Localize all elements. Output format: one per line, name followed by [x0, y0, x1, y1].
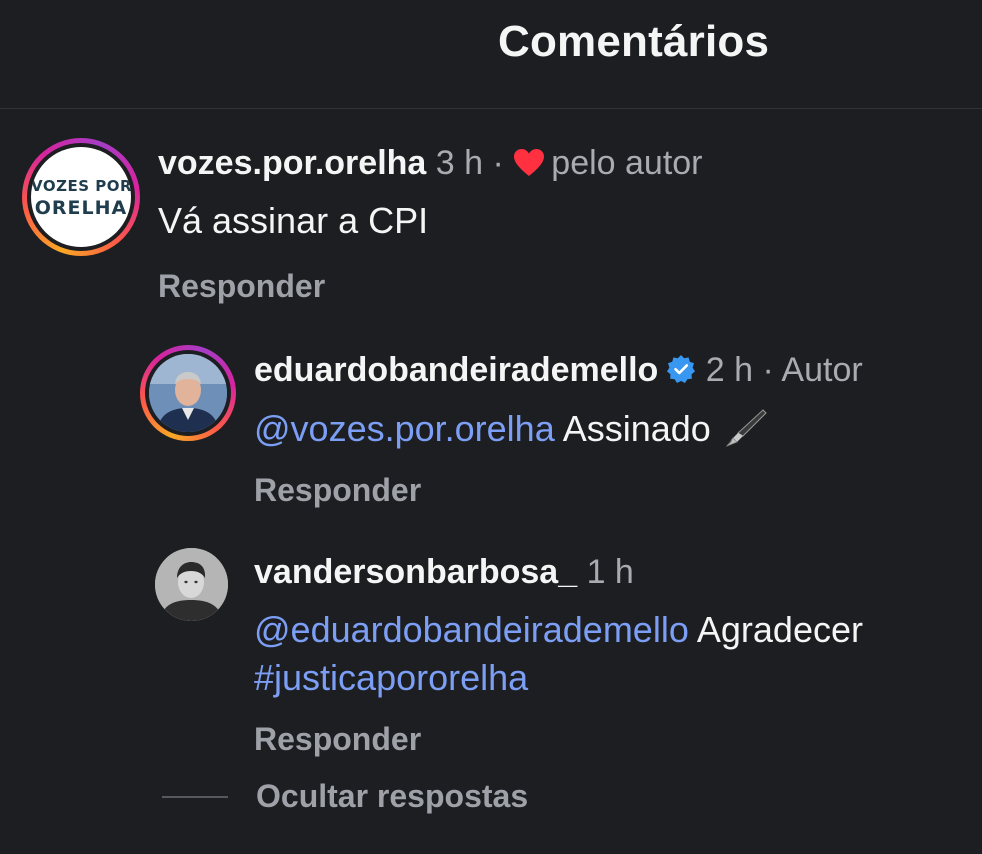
separator-dot: ·: [492, 144, 504, 182]
person-photo-icon: [149, 354, 227, 432]
avatar[interactable]: [140, 345, 236, 441]
heart-icon: [514, 149, 545, 176]
comment-text: Vá assinar a CPI: [158, 200, 429, 241]
comment-header: vandersonbarbosa_ 1 h: [254, 553, 634, 592]
person-photo-icon: [155, 548, 228, 621]
avatar-photo: [149, 354, 227, 432]
avatar[interactable]: VOZES POR ORELHA: [22, 138, 140, 256]
reply-button[interactable]: Responder: [254, 721, 421, 758]
comment-header: eduardobandeirademello 2 h · Autor: [254, 351, 863, 390]
hashtag-link[interactable]: #justicapororelha: [254, 657, 528, 699]
verified-badge-icon: [667, 355, 696, 383]
comment-text-row: @vozes.por.orelha Assinado: [254, 407, 767, 450]
comment-time: 2 h: [705, 351, 754, 389]
fountain-pen-icon: [725, 409, 767, 447]
comment-time: 1 h: [586, 553, 634, 591]
avatar-logo-text: VOZES POR: [31, 177, 131, 195]
mention-link[interactable]: @vozes.por.orelha: [254, 408, 555, 449]
author-label: Autor: [781, 351, 863, 389]
comment-text: Agradecer: [696, 609, 863, 650]
mention-link[interactable]: @eduardobandeirademello: [254, 609, 689, 650]
comment-text: Assinado: [562, 408, 711, 449]
page-title: Comentários: [498, 17, 770, 66]
comment-username[interactable]: vandersonbarbosa_: [254, 553, 577, 591]
comment-username[interactable]: vozes.por.orelha: [158, 144, 426, 182]
reply-button[interactable]: Responder: [254, 472, 421, 509]
separator-dot: ·: [762, 351, 774, 389]
avatar-logo-text: ORELHA: [34, 197, 128, 219]
comment-header: vozes.por.orelha 3 h · pelo autor: [158, 144, 703, 183]
comment-text-row: @eduardobandeirademello Agradecer: [254, 609, 863, 651]
avatar-logo: VOZES POR ORELHA: [31, 147, 131, 247]
comment-username[interactable]: eduardobandeirademello: [254, 351, 658, 389]
reply-button[interactable]: Responder: [158, 268, 325, 305]
divider: [162, 796, 228, 798]
avatar[interactable]: [155, 548, 228, 621]
liked-by-author-label: pelo autor: [551, 144, 703, 182]
comment-time: 3 h: [435, 144, 484, 182]
hide-replies-button[interactable]: Ocultar respostas: [256, 778, 528, 815]
comments-header: Comentários: [0, 0, 982, 109]
